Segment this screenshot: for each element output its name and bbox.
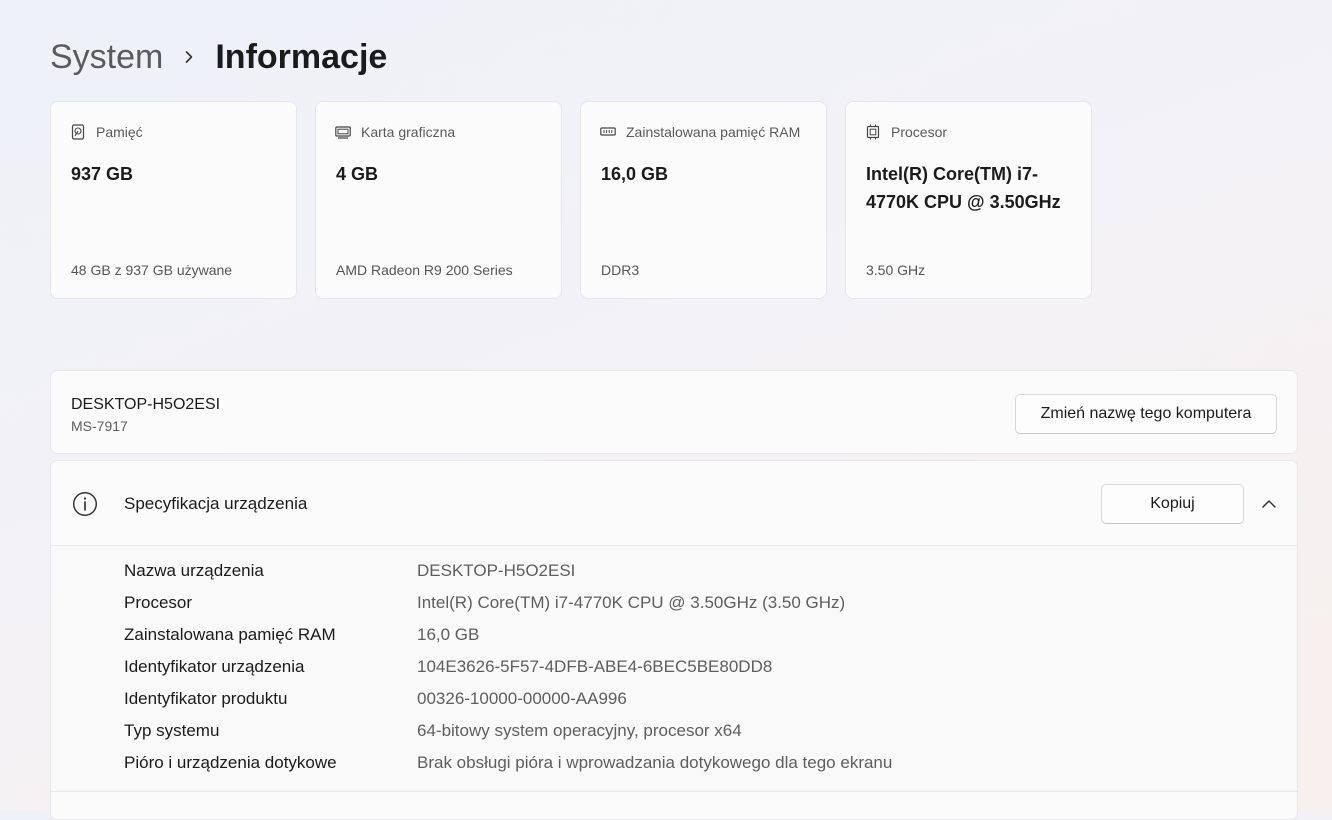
card-label: Karta graficzna [361,124,456,140]
spec-row-system-type: Typ systemu 64-bitowy system operacyjny,… [124,715,742,747]
spec-row-product-id: Identyfikator produktu 00326-10000-00000… [124,683,627,715]
device-model: MS-7917 [71,418,128,434]
spec-key: Procesor [124,593,193,612]
card-subtext: 3.50 GHz [866,262,926,278]
copy-button[interactable]: Kopiuj [1101,484,1244,524]
spec-row-pen-touch: Pióro i urządzenia dotykowe Brak obsługi… [124,747,892,779]
info-icon [72,491,98,517]
card-subtext: 48 GB z 937 GB używane [71,262,233,278]
ram-card: Zainstalowana pamięć RAM 16,0 GB DDR3 [580,101,827,299]
spec-row-processor: Procesor Intel(R) Core(TM) i7-4770K CPU … [124,587,845,619]
spec-row-device-name: Nazwa urządzenia DESKTOP-H5O2ESI [124,555,575,587]
spec-value: 16,0 GB [417,625,480,644]
processor-icon [865,124,881,140]
spec-value: Intel(R) Core(TM) i7-4770K CPU @ 3.50GHz… [417,593,846,612]
device-spec-panel: Specyfikacja urządzenia Kopiuj Nazwa urz… [50,460,1298,820]
chevron-right-icon [163,50,215,64]
storage-icon [70,124,86,140]
card-value: 16,0 GB [601,164,669,184]
device-name: DESKTOP-H5O2ESI [71,396,221,413]
spec-value: Brak obsługi pióra i wprowadzania dotyko… [417,753,893,772]
device-spec-header[interactable]: Specyfikacja urządzenia Kopiuj [51,461,1297,546]
spec-row-device-id: Identyfikator urządzenia 104E3626-5F57-4… [124,651,772,683]
spec-key: Nazwa urządzenia [124,561,264,580]
spec-row-ram: Zainstalowana pamięć RAM 16,0 GB [124,619,479,651]
card-label: Procesor [891,124,948,140]
spec-key: Zainstalowana pamięć RAM [124,625,336,644]
card-value: 4 GB [336,164,379,184]
spec-value: 104E3626-5F57-4DFB-ABE4-6BEC5BE80DD8 [417,657,773,676]
ram-icon [600,124,616,140]
graphics-card: Karta graficzna 4 GB AMD Radeon R9 200 S… [315,101,562,299]
processor-card: Procesor Intel(R) Core(TM) i7-4770K CPU … [845,101,1092,299]
spec-key: Pióro i urządzenia dotykowe [124,753,337,772]
spec-key: Identyfikator produktu [124,689,288,708]
card-value: 937 GB [71,164,134,184]
device-spec-title: Specyfikacja urządzenia [124,494,308,513]
card-subtext: DDR3 [601,262,640,278]
card-value: Intel(R) Core(TM) i7-4770K CPU @ 3.50GHz [866,164,1061,212]
rename-pc-button[interactable]: Zmień nazwę tego komputera [1015,394,1277,434]
graphics-card-icon [335,124,351,140]
device-spec-list: Nazwa urządzenia DESKTOP-H5O2ESI Proceso… [51,546,1297,792]
breadcrumb-system[interactable]: System [50,38,163,77]
card-label: Pamięć [96,124,143,140]
chevron-up-icon[interactable] [1255,491,1283,517]
spec-value: 64-bitowy system operacyjny, procesor x6… [417,721,742,740]
page-title: Informacje [215,37,388,76]
card-label: Zainstalowana pamięć RAM [626,124,801,140]
device-name-panel: DESKTOP-H5O2ESI MS-7917 Zmień nazwę tego… [50,370,1298,454]
spec-key: Identyfikator urządzenia [124,657,305,676]
card-subtext: AMD Radeon R9 200 Series [336,262,513,278]
spec-key: Typ systemu [124,721,220,740]
spec-value: DESKTOP-H5O2ESI [417,561,576,580]
spec-value: 00326-10000-00000-AA996 [417,689,627,708]
storage-card: Pamięć 937 GB 48 GB z 937 GB używane [50,101,297,299]
breadcrumb: System Informacje [50,34,387,80]
